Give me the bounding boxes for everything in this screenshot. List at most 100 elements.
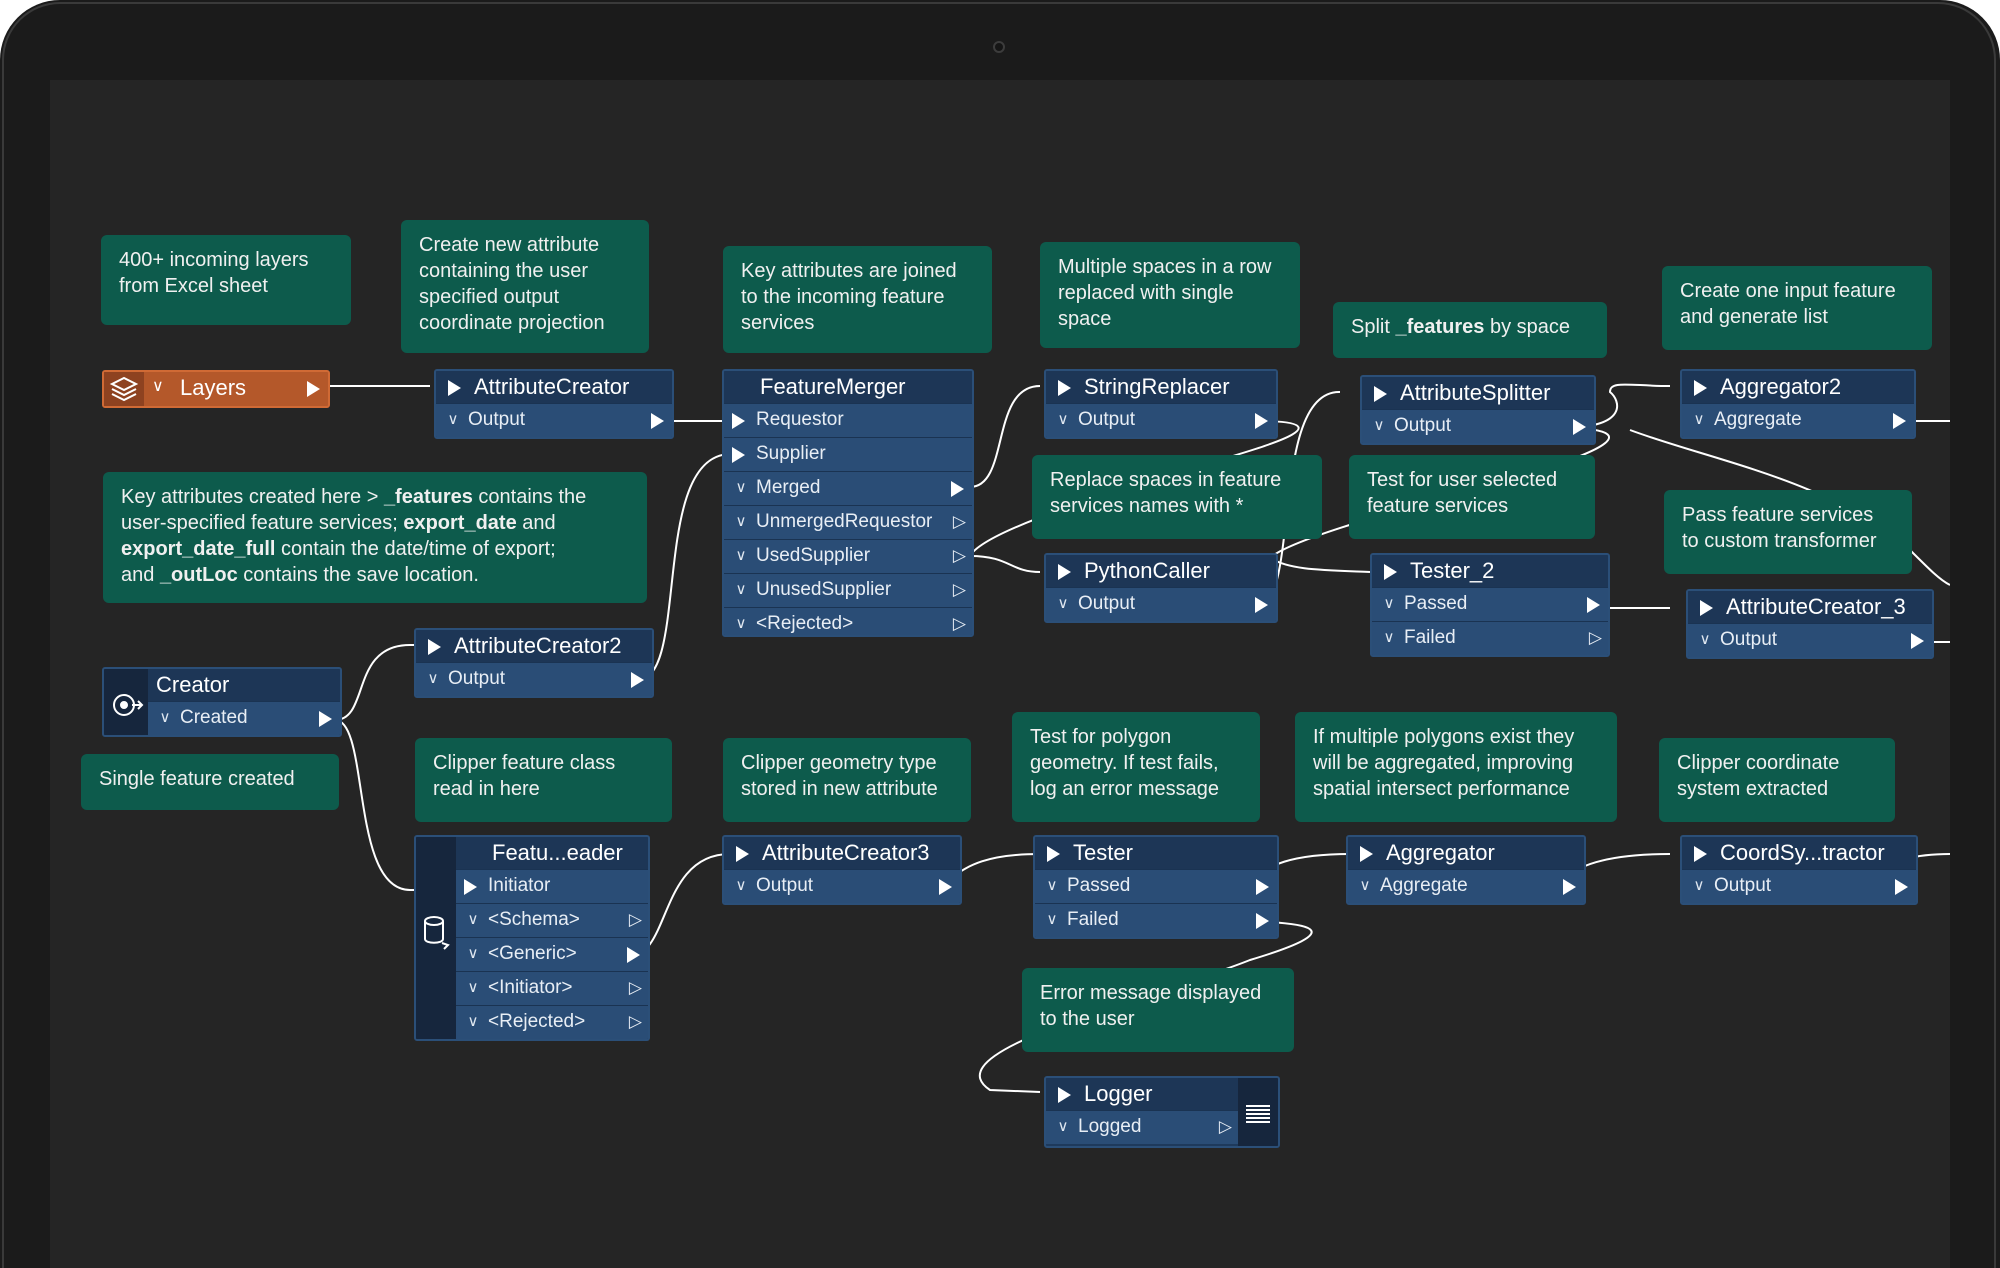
- node-header[interactable]: StringReplacer: [1046, 371, 1276, 403]
- node-attributecreator2[interactable]: AttributeCreator2 ∨ Output: [414, 628, 654, 698]
- annotation-create-one-feature[interactable]: Create one input feature and generate li…: [1662, 266, 1932, 350]
- annotation-layers[interactable]: 400+ incoming layers from Excel sheet: [101, 235, 351, 325]
- output-port[interactable]: ∨ Logged ▷: [1046, 1110, 1238, 1144]
- chevron-down-icon[interactable]: ∨: [1356, 870, 1374, 902]
- input-port-initiator[interactable]: Initiator: [456, 869, 648, 903]
- input-port-icon[interactable]: [732, 447, 745, 463]
- node-header[interactable]: Logger: [1046, 1078, 1238, 1110]
- output-port-icon[interactable]: [1893, 413, 1906, 429]
- output-port[interactable]: ∨ Output: [1362, 409, 1594, 443]
- output-port[interactable]: ∨ Output: [1046, 403, 1276, 437]
- chevron-down-icon[interactable]: ∨: [152, 376, 164, 396]
- chevron-down-icon[interactable]: ∨: [156, 702, 174, 734]
- node-coordsysextractor[interactable]: CoordSy...tractor ∨ Output: [1680, 835, 1918, 905]
- chevron-down-icon[interactable]: ∨: [424, 663, 442, 695]
- workspace-canvas[interactable]: 400+ incoming layers from Excel sheet Cr…: [50, 80, 1950, 1268]
- chevron-down-icon[interactable]: ∨: [444, 404, 462, 436]
- chevron-down-icon[interactable]: ∨: [1690, 404, 1708, 436]
- node-tester[interactable]: Tester ∨ Passed ∨ Failed: [1033, 835, 1279, 939]
- input-port-icon[interactable]: [1360, 846, 1373, 862]
- output-port-empty-icon[interactable]: ▷: [953, 580, 966, 600]
- output-port-icon[interactable]: [627, 947, 640, 963]
- chevron-down-icon[interactable]: ∨: [732, 870, 750, 902]
- output-port-icon[interactable]: [1255, 413, 1268, 429]
- chevron-down-icon[interactable]: ∨: [732, 574, 750, 606]
- annotation-replace-spaces[interactable]: Replace spaces in feature services names…: [1032, 455, 1322, 539]
- chevron-down-icon[interactable]: ∨: [1054, 404, 1072, 436]
- annotation-clipper-geometry[interactable]: Clipper geometry type stored in new attr…: [723, 738, 971, 822]
- node-logger[interactable]: Logger ∨ Logged ▷: [1044, 1076, 1280, 1148]
- node-attributesplitter[interactable]: AttributeSplitter ∨ Output: [1360, 375, 1596, 445]
- output-port-empty-icon[interactable]: ▷: [1219, 1117, 1232, 1137]
- chevron-down-icon[interactable]: ∨: [1054, 588, 1072, 620]
- annotation-key-joined[interactable]: Key attributes are joined to the incomin…: [723, 246, 992, 353]
- input-port-icon[interactable]: [464, 879, 477, 895]
- input-port-icon[interactable]: [1384, 564, 1397, 580]
- input-port-icon[interactable]: [1058, 564, 1071, 580]
- output-port-empty-icon[interactable]: ▷: [953, 546, 966, 566]
- node-header[interactable]: Tester: [1035, 837, 1277, 869]
- input-port-icon[interactable]: [448, 380, 461, 396]
- input-port-icon[interactable]: [1700, 600, 1713, 616]
- node-header[interactable]: AttributeCreator3: [724, 837, 960, 869]
- output-port-icon[interactable]: [651, 413, 664, 429]
- annotation-test-user-selected[interactable]: Test for user selected feature services: [1349, 455, 1595, 539]
- output-port-passed[interactable]: ∨ Passed: [1035, 869, 1277, 903]
- input-port-icon[interactable]: [1058, 1087, 1071, 1103]
- output-port-empty-icon[interactable]: ▷: [629, 1012, 642, 1032]
- node-header[interactable]: Aggregator2: [1682, 371, 1914, 403]
- annotation-clipper-feature-class[interactable]: Clipper feature class read in here: [415, 738, 672, 822]
- input-port-requestor[interactable]: Requestor: [724, 403, 972, 437]
- node-header[interactable]: AttributeCreator2: [416, 630, 652, 662]
- node-attributecreator[interactable]: AttributeCreator ∨ Output: [434, 369, 674, 439]
- annotation-multiple-polygons[interactable]: If multiple polygons exist they will be …: [1295, 712, 1617, 822]
- chevron-down-icon[interactable]: ∨: [732, 506, 750, 538]
- output-port[interactable]: ∨ Output: [1682, 869, 1916, 903]
- annotation-clipper-coordinate[interactable]: Clipper coordinate system extracted: [1659, 738, 1895, 822]
- output-port-icon[interactable]: [1256, 879, 1269, 895]
- output-port-unmergedrequestor[interactable]: ∨ UnmergedRequestor ▷: [724, 505, 972, 539]
- output-port-icon[interactable]: [939, 879, 952, 895]
- input-port-icon[interactable]: [1058, 380, 1071, 396]
- output-port-icon[interactable]: [1256, 913, 1269, 929]
- chevron-down-icon[interactable]: ∨: [732, 540, 750, 572]
- output-port-icon[interactable]: [1563, 879, 1576, 895]
- node-featuremerger[interactable]: FeatureMerger Requestor Supplier ∨ Merged…: [722, 369, 974, 637]
- annotation-test-polygon[interactable]: Test for polygon geometry. If test fails…: [1012, 712, 1260, 822]
- output-port-empty-icon[interactable]: ▷: [953, 614, 966, 634]
- output-port-schema[interactable]: ∨ <Schema> ▷: [456, 903, 648, 937]
- output-port[interactable]: ∨ Output: [1046, 587, 1276, 621]
- output-port-unusedsupplier[interactable]: ∨ UnusedSupplier ▷: [724, 573, 972, 607]
- output-port-icon[interactable]: [951, 481, 964, 497]
- output-port-failed[interactable]: ∨ Failed ▷: [1372, 621, 1608, 655]
- output-port-empty-icon[interactable]: ▷: [629, 910, 642, 930]
- layers-reader-node[interactable]: ∨ Layers: [102, 370, 330, 408]
- node-header[interactable]: FeatureMerger: [724, 371, 972, 403]
- chevron-down-icon[interactable]: ∨: [1054, 1111, 1072, 1143]
- node-attributecreator-3[interactable]: AttributeCreator_3 ∨ Output: [1686, 589, 1934, 659]
- node-aggregator2[interactable]: Aggregator2 ∨ Aggregate: [1680, 369, 1916, 439]
- node-header[interactable]: Featu...eader: [456, 837, 648, 869]
- input-port-icon[interactable]: [1047, 846, 1060, 862]
- chevron-down-icon[interactable]: ∨: [464, 938, 482, 970]
- output-port[interactable]: ∨ Created: [148, 701, 340, 735]
- output-port-icon[interactable]: [631, 672, 644, 688]
- output-port-merged[interactable]: ∨ Merged: [724, 471, 972, 505]
- node-header[interactable]: Creator: [148, 669, 340, 701]
- chevron-down-icon[interactable]: ∨: [732, 472, 750, 504]
- input-port-icon[interactable]: [736, 846, 749, 862]
- annotation-single-feature[interactable]: Single feature created: [81, 754, 339, 810]
- output-port-icon[interactable]: [1911, 633, 1924, 649]
- output-port[interactable]: ∨ Aggregate: [1682, 403, 1914, 437]
- node-header[interactable]: PythonCaller: [1046, 555, 1276, 587]
- output-port-icon[interactable]: [1895, 879, 1908, 895]
- chevron-down-icon[interactable]: ∨: [1380, 622, 1398, 654]
- node-pythoncaller[interactable]: PythonCaller ∨ Output: [1044, 553, 1278, 623]
- output-port-icon[interactable]: [307, 381, 320, 397]
- output-port-generic[interactable]: ∨ <Generic>: [456, 937, 648, 971]
- annotation-error-message[interactable]: Error message displayed to the user: [1022, 968, 1294, 1052]
- chevron-down-icon[interactable]: ∨: [464, 904, 482, 936]
- output-port[interactable]: ∨ Output: [436, 403, 672, 437]
- input-port-icon[interactable]: [1694, 846, 1707, 862]
- output-port[interactable]: ∨ Output: [416, 662, 652, 696]
